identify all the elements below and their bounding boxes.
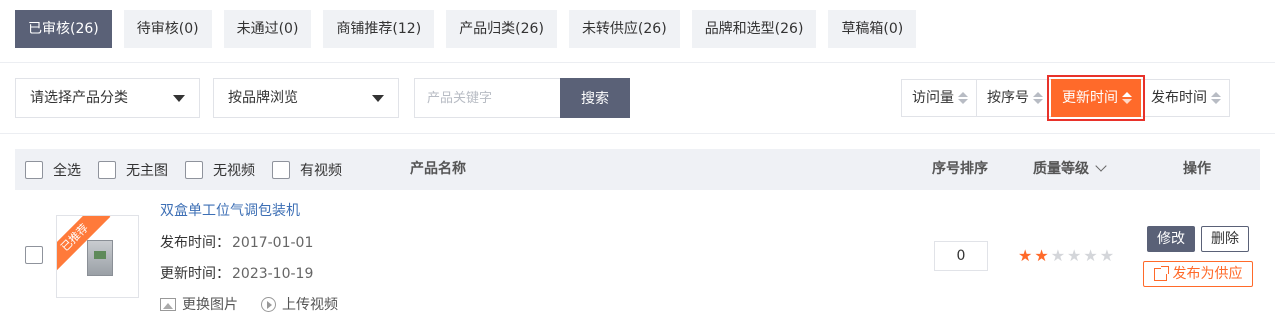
sort-group: 访问量 按序号 更新时间 发布时间 <box>901 75 1230 121</box>
tab-pending[interactable]: 待审核(0) <box>123 10 212 48</box>
sort-label: 发布时间 <box>1151 90 1207 106</box>
publish-time: 发布时间： 2017-01-01 <box>160 232 313 252</box>
no-main-image-filter[interactable]: 无主图 <box>98 160 168 180</box>
upload-video-label: 上传视频 <box>282 297 338 313</box>
sort-by-publish-time[interactable]: 发布时间 <box>1140 79 1230 117</box>
sort-by-sequence[interactable]: 按序号 <box>976 79 1052 117</box>
change-image-label: 更换图片 <box>182 297 238 313</box>
star-empty-icon[interactable]: ★ <box>1067 247 1081 265</box>
brand-select-value: 按品牌浏览 <box>228 90 298 106</box>
sort-by-update-time[interactable]: 更新时间 <box>1047 75 1145 121</box>
caret-down-icon <box>173 95 185 102</box>
star-empty-icon[interactable]: ★ <box>1100 247 1114 265</box>
sort-arrows-icon <box>1033 92 1043 104</box>
quality-stars[interactable]: ★ ★ ★ ★ ★ ★ <box>1018 247 1114 265</box>
category-select[interactable]: 请选择产品分类 <box>15 78 200 118</box>
has-video-label: 有视频 <box>300 163 342 179</box>
table-header: 全选 无主图 无视频 有视频 产品名称 序号排序 质量等级 操作 <box>15 149 1260 190</box>
divider <box>0 62 1275 63</box>
divider <box>0 133 1275 134</box>
tab-rejected[interactable]: 未通过(0) <box>223 10 312 48</box>
play-icon <box>261 296 276 312</box>
quality-level-label: 质量等级 <box>1033 161 1089 177</box>
brand-select[interactable]: 按品牌浏览 <box>213 78 399 118</box>
sort-label: 访问量 <box>912 90 954 106</box>
star-filled-icon[interactable]: ★ <box>1034 247 1048 265</box>
product-thumbnail[interactable]: 已推荐 <box>56 215 139 298</box>
star-filled-icon[interactable]: ★ <box>1018 247 1032 265</box>
edit-button[interactable]: 修改 <box>1147 226 1195 252</box>
status-tabs: 已审核(26) 待审核(0) 未通过(0) 商铺推荐(12) 产品归类(26) … <box>15 10 917 48</box>
update-time-value: 2023-10-19 <box>232 266 314 282</box>
star-empty-icon[interactable]: ★ <box>1051 247 1065 265</box>
has-video-filter[interactable]: 有视频 <box>272 160 342 180</box>
sort-by-views[interactable]: 访问量 <box>901 79 977 117</box>
select-all-checkbox[interactable]: 全选 <box>25 160 81 180</box>
publish-supply-button[interactable]: 发布为供应 <box>1143 261 1253 287</box>
tab-not-supply[interactable]: 未转供应(26) <box>568 10 680 48</box>
sort-arrows-icon <box>958 92 968 104</box>
delete-button[interactable]: 删除 <box>1201 226 1249 252</box>
tab-shop-recommend[interactable]: 商铺推荐(12) <box>323 10 435 48</box>
update-time: 更新时间： 2023-10-19 <box>160 263 313 283</box>
col-product-name: 产品名称 <box>410 161 466 177</box>
sort-arrows-icon <box>1211 92 1221 104</box>
update-time-label: 更新时间： <box>160 266 230 282</box>
select-all-label: 全选 <box>53 163 81 179</box>
col-actions: 操作 <box>1183 161 1211 177</box>
checkbox-icon <box>25 161 43 179</box>
search-button[interactable]: 搜索 <box>560 78 630 118</box>
no-video-filter[interactable]: 无视频 <box>185 160 255 180</box>
col-sequence-sort[interactable]: 序号排序 <box>932 149 988 190</box>
sequence-input[interactable]: 0 <box>934 241 988 271</box>
caret-down-icon <box>372 95 384 102</box>
image-icon <box>160 297 176 311</box>
tab-approved[interactable]: 已审核(26) <box>15 10 112 48</box>
checkbox-icon <box>98 161 116 179</box>
external-link-icon <box>1153 265 1169 281</box>
product-image <box>87 240 113 276</box>
chevron-down-icon <box>1095 160 1107 172</box>
sort-label: 更新时间 <box>1062 90 1118 106</box>
keyword-input[interactable] <box>414 78 561 118</box>
no-video-label: 无视频 <box>213 163 255 179</box>
change-image-link[interactable]: 更换图片 <box>160 294 238 314</box>
publish-time-label: 发布时间： <box>160 235 230 251</box>
sort-label: 按序号 <box>987 90 1029 106</box>
upload-video-link[interactable]: 上传视频 <box>261 294 338 314</box>
publish-supply-label: 发布为供应 <box>1172 266 1243 282</box>
product-name-link[interactable]: 双盒单工位气调包装机 <box>160 200 300 220</box>
checkbox-icon <box>185 161 203 179</box>
tab-product-category[interactable]: 产品归类(26) <box>446 10 557 48</box>
tab-drafts[interactable]: 草稿箱(0) <box>828 10 917 48</box>
row-checkbox[interactable] <box>25 246 43 264</box>
no-main-image-label: 无主图 <box>126 163 168 179</box>
sort-arrows-icon <box>1122 92 1132 104</box>
col-quality-level[interactable]: 质量等级 <box>1033 149 1107 190</box>
category-select-value: 请选择产品分类 <box>30 90 128 106</box>
star-empty-icon[interactable]: ★ <box>1083 247 1097 265</box>
tab-brand-model[interactable]: 品牌和选型(26) <box>691 10 817 48</box>
publish-time-value: 2017-01-01 <box>232 235 314 251</box>
checkbox-icon <box>272 161 290 179</box>
